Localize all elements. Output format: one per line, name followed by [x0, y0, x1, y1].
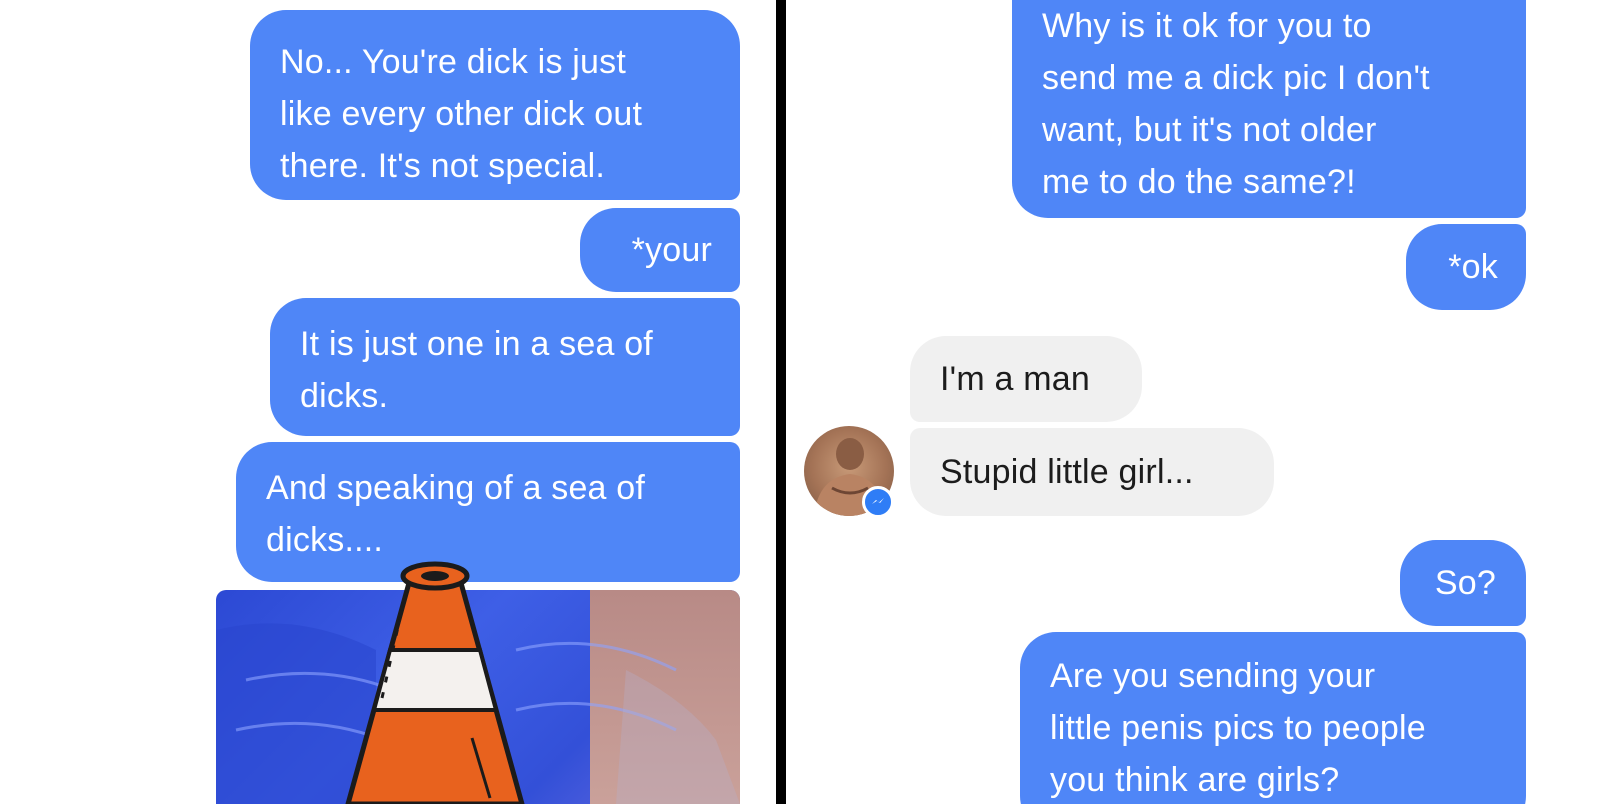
message-bubble: Are you sending your little penis pics t… — [1020, 632, 1526, 804]
conversation-right: Why is it ok for you to send me a dick p… — [786, 0, 1600, 804]
message-bubble: It is just one in a sea of dicks. — [270, 298, 740, 436]
message-bubble: No... You're dick is just like every oth… — [250, 10, 740, 200]
traffic-cone-icon — [345, 561, 525, 804]
message-bubble: Stupid little girl... — [910, 428, 1274, 516]
panel-divider — [776, 0, 786, 804]
message-bubble: I'm a man — [910, 336, 1142, 422]
conversation-left: No... You're dick is just like every oth… — [0, 0, 776, 804]
message-bubble: Why is it ok for you to send me a dick p… — [1012, 0, 1526, 218]
message-bubble: *your — [580, 208, 740, 292]
message-bubble: *ok — [1406, 224, 1526, 310]
message-bubble: So? — [1400, 540, 1526, 626]
messenger-icon — [862, 486, 894, 518]
